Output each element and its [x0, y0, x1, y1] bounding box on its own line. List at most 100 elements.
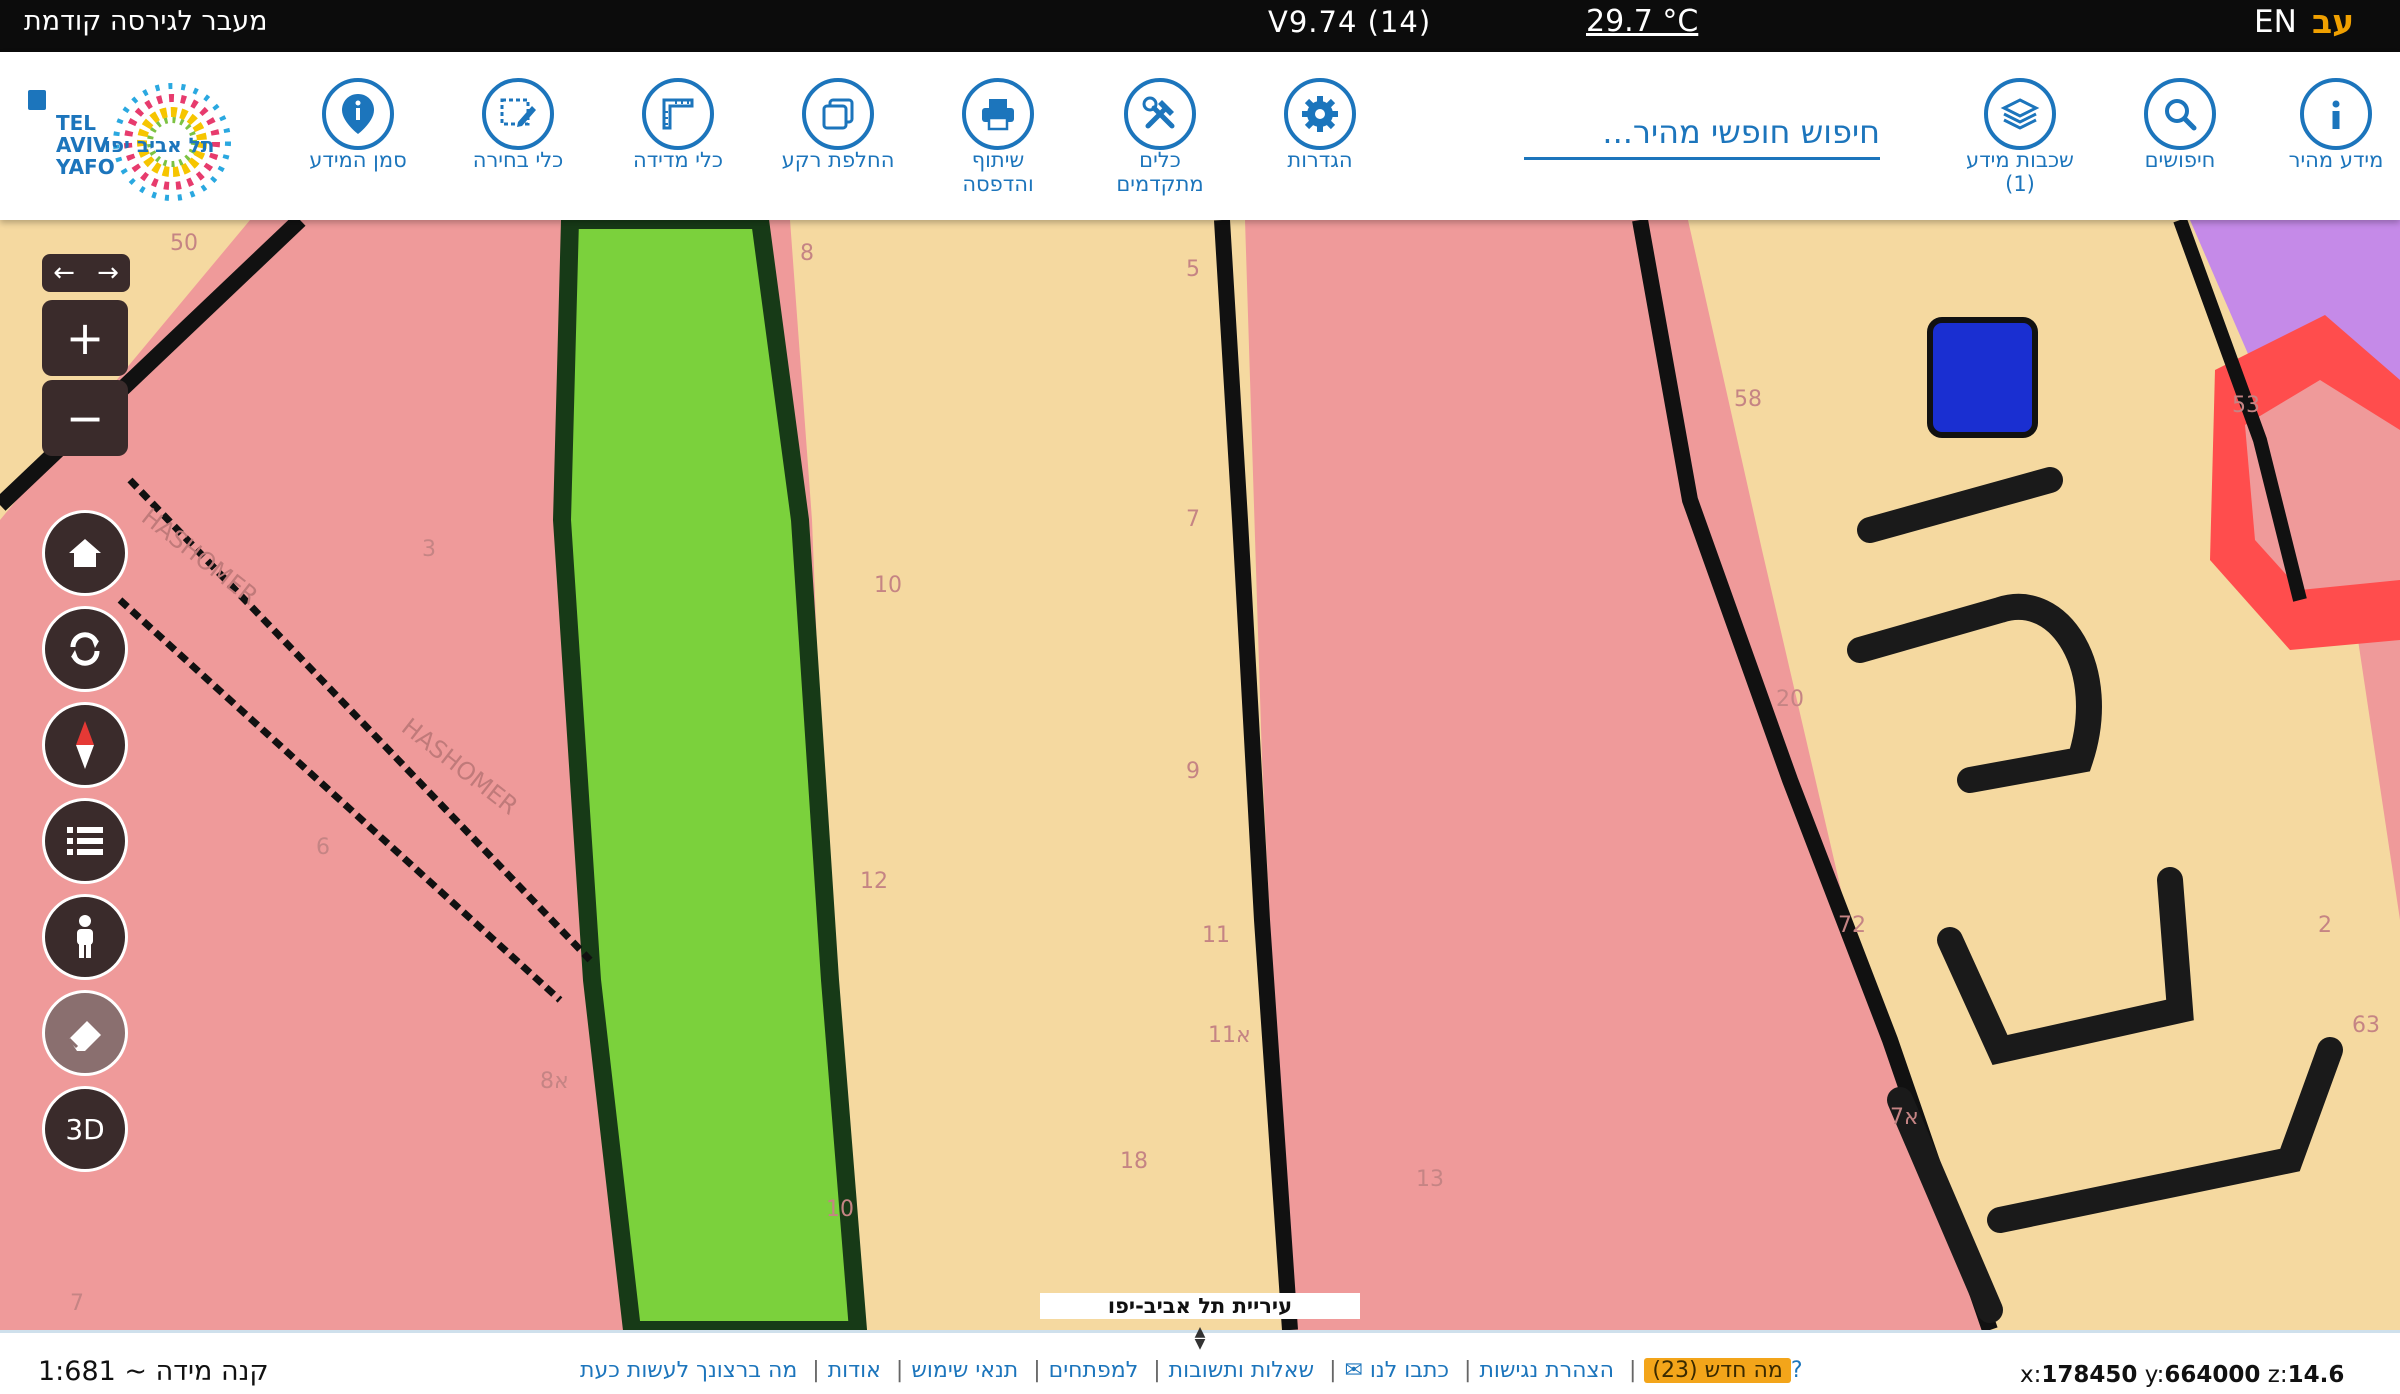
- contact-link[interactable]: כתבו לנו ✉: [1345, 1358, 1450, 1383]
- parcel-number: 72: [1838, 913, 1866, 938]
- parcel-number: 5: [1186, 257, 1200, 282]
- zoom-level: 14.6: [2287, 1362, 2345, 1388]
- share-print-label: שיתוף והדפסה: [962, 148, 1034, 196]
- basemap-switch-button[interactable]: החלפת רקע: [758, 78, 918, 172]
- panel-resize-handle[interactable]: ▲ ▼: [1190, 1325, 1210, 1354]
- quick-info-label: מידע מהיר: [2288, 148, 2384, 172]
- accessibility-link[interactable]: הצהרת נגישות: [1479, 1358, 1614, 1383]
- view-3d-button[interactable]: 3D: [42, 1086, 128, 1172]
- gear-icon: [1284, 78, 1356, 150]
- language-en-button[interactable]: EN: [2254, 4, 2297, 40]
- zoom-out-button[interactable]: −: [42, 380, 128, 456]
- x-coordinate: 178450: [2041, 1362, 2138, 1388]
- eraser-icon: [67, 1021, 101, 1051]
- parcel-number: 3: [422, 537, 436, 562]
- blue-feature: [1927, 317, 2038, 438]
- searches-button[interactable]: חיפושים: [2100, 78, 2260, 172]
- top-bar: מעבר לגירסה קודמת V9.74 (14) 29.7 °C EN …: [0, 0, 2400, 52]
- layers-label: שכבות מידע (1): [1966, 148, 2074, 196]
- basemap-switch-label: החלפת רקע: [781, 148, 895, 172]
- info-icon: [2300, 78, 2372, 150]
- person-icon: [77, 915, 93, 958]
- list-icon: [67, 827, 103, 855]
- advanced-tools-label: כלים מתקדמים: [1116, 148, 1204, 196]
- layers-square-icon: [802, 78, 874, 150]
- parcel-number: 11: [1202, 923, 1230, 948]
- scale-indicator: קנה מידה ~ 1:681: [38, 1356, 269, 1387]
- parcel-number: 10: [826, 1197, 854, 1222]
- select-icon: [482, 78, 554, 150]
- version-label: V9.74 (14): [1268, 5, 1432, 39]
- whats-new-link[interactable]: מה חדש (23): [1644, 1358, 1791, 1383]
- select-tools-button[interactable]: כלי בחירה: [438, 78, 598, 172]
- forward-arrow-icon[interactable]: →: [86, 254, 130, 292]
- faq-link[interactable]: שאלות ותשובות: [1169, 1358, 1314, 1383]
- previous-version-link[interactable]: מעבר לגירסה קודמת: [24, 6, 268, 37]
- parcel-number: 10: [874, 573, 902, 598]
- home-button[interactable]: [42, 510, 128, 596]
- y-coordinate: 664000: [2164, 1362, 2261, 1388]
- terms-link[interactable]: תנאי שימוש: [911, 1358, 1018, 1383]
- parcel-number: 12: [860, 869, 888, 894]
- coordinates-readout: x:178450 y:664000 z:14.6: [2020, 1362, 2345, 1388]
- compass-button[interactable]: [42, 702, 128, 788]
- parcel-number: 6: [316, 835, 330, 860]
- residential-yellow-strip: [790, 220, 1290, 1330]
- parcel-number: 53: [2232, 393, 2260, 418]
- layers-stack-icon: [1984, 78, 2056, 150]
- ruler-icon: [642, 78, 714, 150]
- info-marker-label: סמן המידע: [309, 148, 407, 172]
- quick-search-field[interactable]: [1524, 108, 1880, 160]
- svg-text:תל אביב יפו: תל אביב יפו: [104, 133, 214, 157]
- refresh-button[interactable]: [42, 606, 128, 692]
- developers-link[interactable]: למפתחים: [1049, 1358, 1139, 1383]
- history-nav: ← →: [42, 254, 130, 292]
- parcel-number: 2: [2318, 913, 2332, 938]
- language-he-button[interactable]: עב: [2312, 2, 2354, 41]
- search-icon: [2144, 78, 2216, 150]
- footer-links: מה חדש (23)| הצהרת נגישות| כתבו לנו ✉| ש…: [580, 1358, 1803, 1383]
- home-icon: [69, 539, 101, 567]
- printer-icon: [962, 78, 1034, 150]
- parcel-number: 7: [1186, 507, 1200, 532]
- select-tools-label: כלי בחירה: [472, 148, 564, 172]
- street-view-button[interactable]: [42, 894, 128, 980]
- logo-graphic: TEL AVIV YAFO תל אביב יפו: [28, 83, 231, 201]
- map-pin-icon: [322, 78, 394, 150]
- quick-info-button[interactable]: מידע מהיר: [2256, 78, 2400, 172]
- layers-button[interactable]: שכבות מידע (1): [1940, 78, 2100, 196]
- advanced-tools-button[interactable]: כלים מתקדמים: [1080, 78, 1240, 196]
- city-attribution: עיריית תל אביב-יפו: [1040, 1293, 1360, 1319]
- measure-tools-label: כלי מדידה: [632, 148, 724, 172]
- settings-label: הגדרות: [1287, 148, 1353, 172]
- svg-text:TEL: TEL: [56, 111, 96, 135]
- compass-icon: [76, 721, 94, 769]
- parcel-number: 9: [1186, 759, 1200, 784]
- parcel-number: 7: [70, 1291, 84, 1316]
- eraser-button[interactable]: [42, 990, 128, 1076]
- parcel-number: 8: [800, 241, 814, 266]
- back-arrow-icon[interactable]: ←: [42, 254, 86, 292]
- measure-tools-button[interactable]: כלי מדידה: [598, 78, 758, 172]
- temperature-link[interactable]: 29.7 °C: [1586, 4, 1698, 39]
- parcel-number: 7א: [1890, 1105, 1919, 1130]
- parcel-number: 8א: [540, 1069, 569, 1094]
- about-link[interactable]: אודות: [828, 1358, 881, 1383]
- map-canvas[interactable]: HASHOMER HASHOMER 50 8 5 3 7 10 58 53 6 12 9 11 8א 11…: [0, 220, 2400, 1330]
- refresh-icon: [70, 632, 100, 666]
- parcel-number: 13: [1416, 1167, 1444, 1192]
- parcel-number: 11א: [1208, 1023, 1251, 1048]
- legend-button[interactable]: [42, 798, 128, 884]
- tel-aviv-logo[interactable]: TEL AVIV YAFO תל אביב יפו: [20, 80, 252, 206]
- map-rendering: HASHOMER HASHOMER 50 85371058 536129118א11…: [0, 220, 2400, 1330]
- parcel-number: 63: [2352, 1013, 2380, 1038]
- settings-button[interactable]: הגדרות: [1240, 78, 1400, 172]
- zoom-in-button[interactable]: +: [42, 300, 128, 376]
- main-toolbar: TEL AVIV YAFO תל אביב יפו סמן המידע כלי …: [0, 52, 2400, 220]
- quick-search-input[interactable]: [1524, 108, 1880, 156]
- info-marker-button[interactable]: סמן המידע: [278, 78, 438, 172]
- svg-text:AVIV: AVIV: [56, 133, 109, 157]
- parcel-number: 20: [1776, 687, 1804, 712]
- parcel-number: 58: [1734, 387, 1762, 412]
- share-print-button[interactable]: שיתוף והדפסה: [918, 78, 1078, 196]
